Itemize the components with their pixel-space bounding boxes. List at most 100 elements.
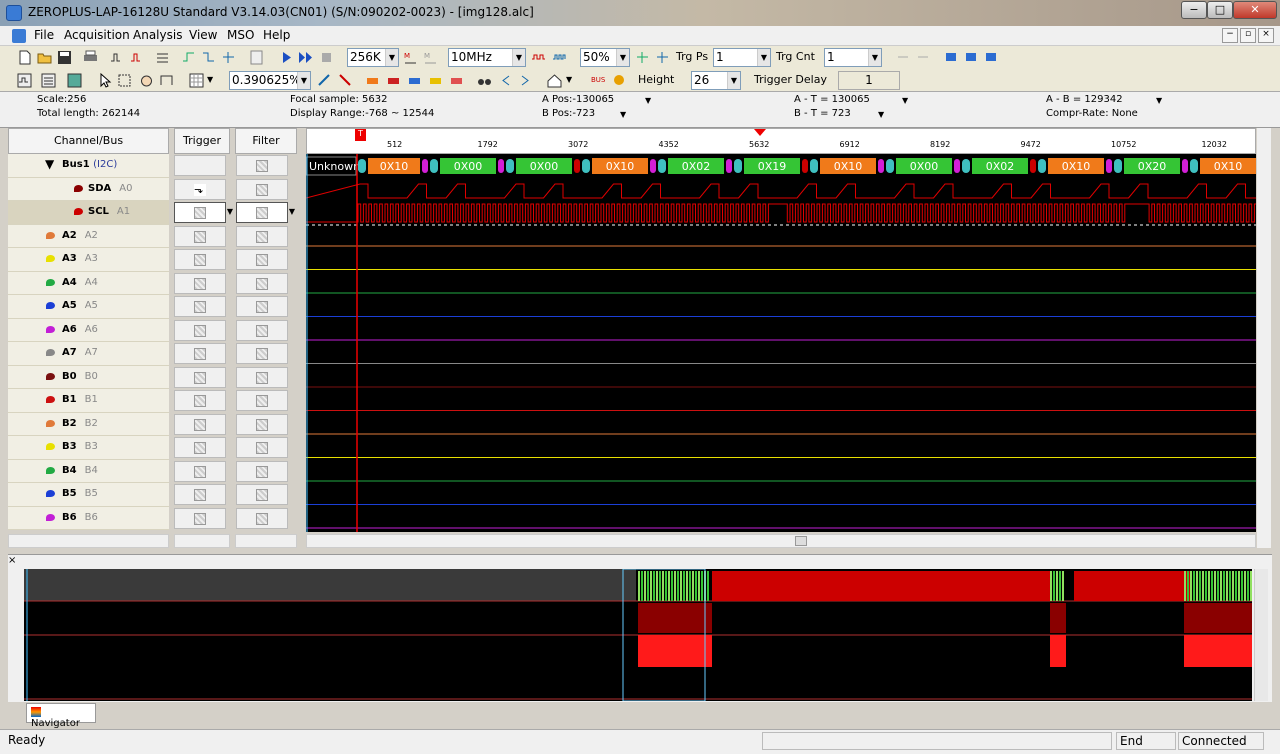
cursor-prev-icon[interactable] xyxy=(895,49,912,66)
search-next-icon[interactable] xyxy=(517,72,534,89)
filter-checkbox[interactable] xyxy=(256,418,268,431)
trigger-cell[interactable]: ▼ xyxy=(174,202,233,223)
channel-row[interactable]: B5 B5 xyxy=(8,483,169,507)
cursor-next-icon[interactable] xyxy=(915,49,932,66)
maximize-button[interactable]: □ xyxy=(1207,1,1233,19)
open-folder-icon[interactable] xyxy=(36,49,53,66)
filter-cell[interactable] xyxy=(236,225,288,247)
menu-view[interactable]: View xyxy=(189,28,217,42)
filter-checkbox[interactable] xyxy=(256,277,268,290)
channel-row[interactable]: B0 B0 xyxy=(8,365,169,389)
trigger-checkbox[interactable] xyxy=(194,395,206,407)
bar-d-icon[interactable] xyxy=(427,72,444,89)
filter-checkbox[interactable] xyxy=(256,442,268,454)
bus-icon[interactable]: BUS xyxy=(590,72,607,89)
menu-file[interactable]: File xyxy=(34,28,54,42)
freq-down-icon[interactable] xyxy=(551,49,568,66)
trigger-hscroll[interactable] xyxy=(174,534,230,548)
trigger-cell[interactable] xyxy=(174,413,226,435)
channel-row[interactable]: A4 A4 xyxy=(8,271,169,295)
channel-row[interactable]: SDA A0 xyxy=(8,177,169,201)
trigger-cell[interactable] xyxy=(174,507,226,529)
bus-trigger-cell[interactable] xyxy=(174,155,226,176)
filter-checkbox[interactable] xyxy=(256,512,268,525)
trigger-checkbox[interactable] xyxy=(194,512,206,525)
trigger-right-icon[interactable] xyxy=(654,49,671,66)
document-props-icon[interactable] xyxy=(248,49,265,66)
navigator-canvas[interactable] xyxy=(24,569,1252,701)
filter-cell[interactable] xyxy=(236,343,288,364)
filter-hscroll[interactable] xyxy=(235,534,297,548)
filter-cell[interactable] xyxy=(236,296,288,317)
filter-cell[interactable] xyxy=(236,390,288,411)
trigger-cell[interactable] xyxy=(174,249,226,270)
menu-mso[interactable]: MSO xyxy=(227,28,254,42)
menu-help[interactable]: Help xyxy=(263,28,290,42)
trigger-marker[interactable]: T xyxy=(355,129,366,141)
mdi-close-button[interactable]: × xyxy=(1258,28,1274,43)
trigger-left-icon[interactable] xyxy=(634,49,651,66)
waveform-view-icon[interactable] xyxy=(16,72,33,89)
trigger-checkbox[interactable] xyxy=(194,418,206,431)
channel-row[interactable]: B3 B3 xyxy=(8,436,169,460)
trg-cnt-select[interactable]: 1 ▼ xyxy=(824,48,882,67)
filter-cell[interactable] xyxy=(236,249,288,270)
channel-remove-icon[interactable] xyxy=(128,49,145,66)
minimize-button[interactable]: − xyxy=(1181,1,1207,19)
filter-cell[interactable]: ▼ xyxy=(236,202,295,223)
filter-cell[interactable] xyxy=(236,460,288,482)
channel-add-icon[interactable] xyxy=(108,49,125,66)
focal-marker[interactable] xyxy=(754,129,766,136)
filter-column-header[interactable]: Filter xyxy=(235,128,297,154)
cursor-b-icon[interactable] xyxy=(963,49,980,66)
state-view-icon[interactable] xyxy=(66,72,83,89)
trigger-checkbox[interactable] xyxy=(194,489,206,501)
trigger-position-select[interactable]: 50% ▼ xyxy=(580,48,630,67)
close-button[interactable]: ✕ xyxy=(1233,1,1277,19)
trigger-checkbox[interactable] xyxy=(194,371,206,384)
trigger-checkbox[interactable] xyxy=(194,230,206,243)
navigator-tab[interactable]: Navigator xyxy=(26,703,96,729)
trigger-cell[interactable] xyxy=(174,437,226,458)
trigger-cell[interactable] xyxy=(174,484,226,505)
bar-b-icon[interactable] xyxy=(385,72,402,89)
trigger-cell[interactable] xyxy=(174,225,226,247)
filter-checkbox[interactable] xyxy=(256,371,268,384)
collapse-icon[interactable]: ▼ xyxy=(45,157,54,171)
freq-up-icon[interactable] xyxy=(530,49,547,66)
chevron-down-icon[interactable]: ▼ xyxy=(207,75,213,84)
print-icon[interactable] xyxy=(82,49,99,66)
zoom-select[interactable]: 0.390625% ▼ xyxy=(229,71,311,90)
channel-row[interactable]: A7 A7 xyxy=(8,342,169,366)
filter-checkbox[interactable] xyxy=(256,489,268,501)
filter-cell[interactable] xyxy=(236,178,288,200)
trigger-checkbox[interactable] xyxy=(194,301,206,313)
list-view-icon[interactable] xyxy=(40,72,57,89)
chevron-down-icon[interactable]: ▼ xyxy=(645,96,651,105)
height-select[interactable]: 26 ▼ xyxy=(691,71,741,90)
run-icon[interactable] xyxy=(278,49,295,66)
trigger-checkbox[interactable] xyxy=(194,348,206,360)
new-file-icon[interactable] xyxy=(16,49,33,66)
channel-row[interactable]: B6 B6 xyxy=(8,506,169,530)
channel-row[interactable]: B1 B1 xyxy=(8,389,169,413)
channel-row[interactable]: A3 A3 xyxy=(8,248,169,272)
trigger-column-header[interactable]: Trigger xyxy=(174,128,230,154)
filter-checkbox[interactable] xyxy=(256,348,268,360)
menu-acquisition[interactable]: Acquisition xyxy=(64,28,130,42)
zoom-out-icon[interactable] xyxy=(337,72,354,89)
trigger-cell[interactable] xyxy=(174,272,226,294)
trigger-delay-field[interactable]: 1 xyxy=(838,71,900,90)
grid-icon[interactable] xyxy=(188,72,205,89)
filter-cell[interactable] xyxy=(236,366,288,388)
trigger-cell[interactable] xyxy=(174,319,226,341)
trigger-checkbox[interactable] xyxy=(194,207,206,219)
pointer-icon[interactable] xyxy=(96,72,113,89)
filter-checkbox[interactable] xyxy=(256,395,268,407)
trigger-cell[interactable] xyxy=(174,366,226,388)
filter-checkbox[interactable] xyxy=(256,465,268,478)
home-icon[interactable] xyxy=(546,72,563,89)
trigger-checkbox[interactable] xyxy=(194,324,206,337)
stop-icon[interactable] xyxy=(318,49,335,66)
menu-analysis[interactable]: Analysis xyxy=(133,28,182,42)
